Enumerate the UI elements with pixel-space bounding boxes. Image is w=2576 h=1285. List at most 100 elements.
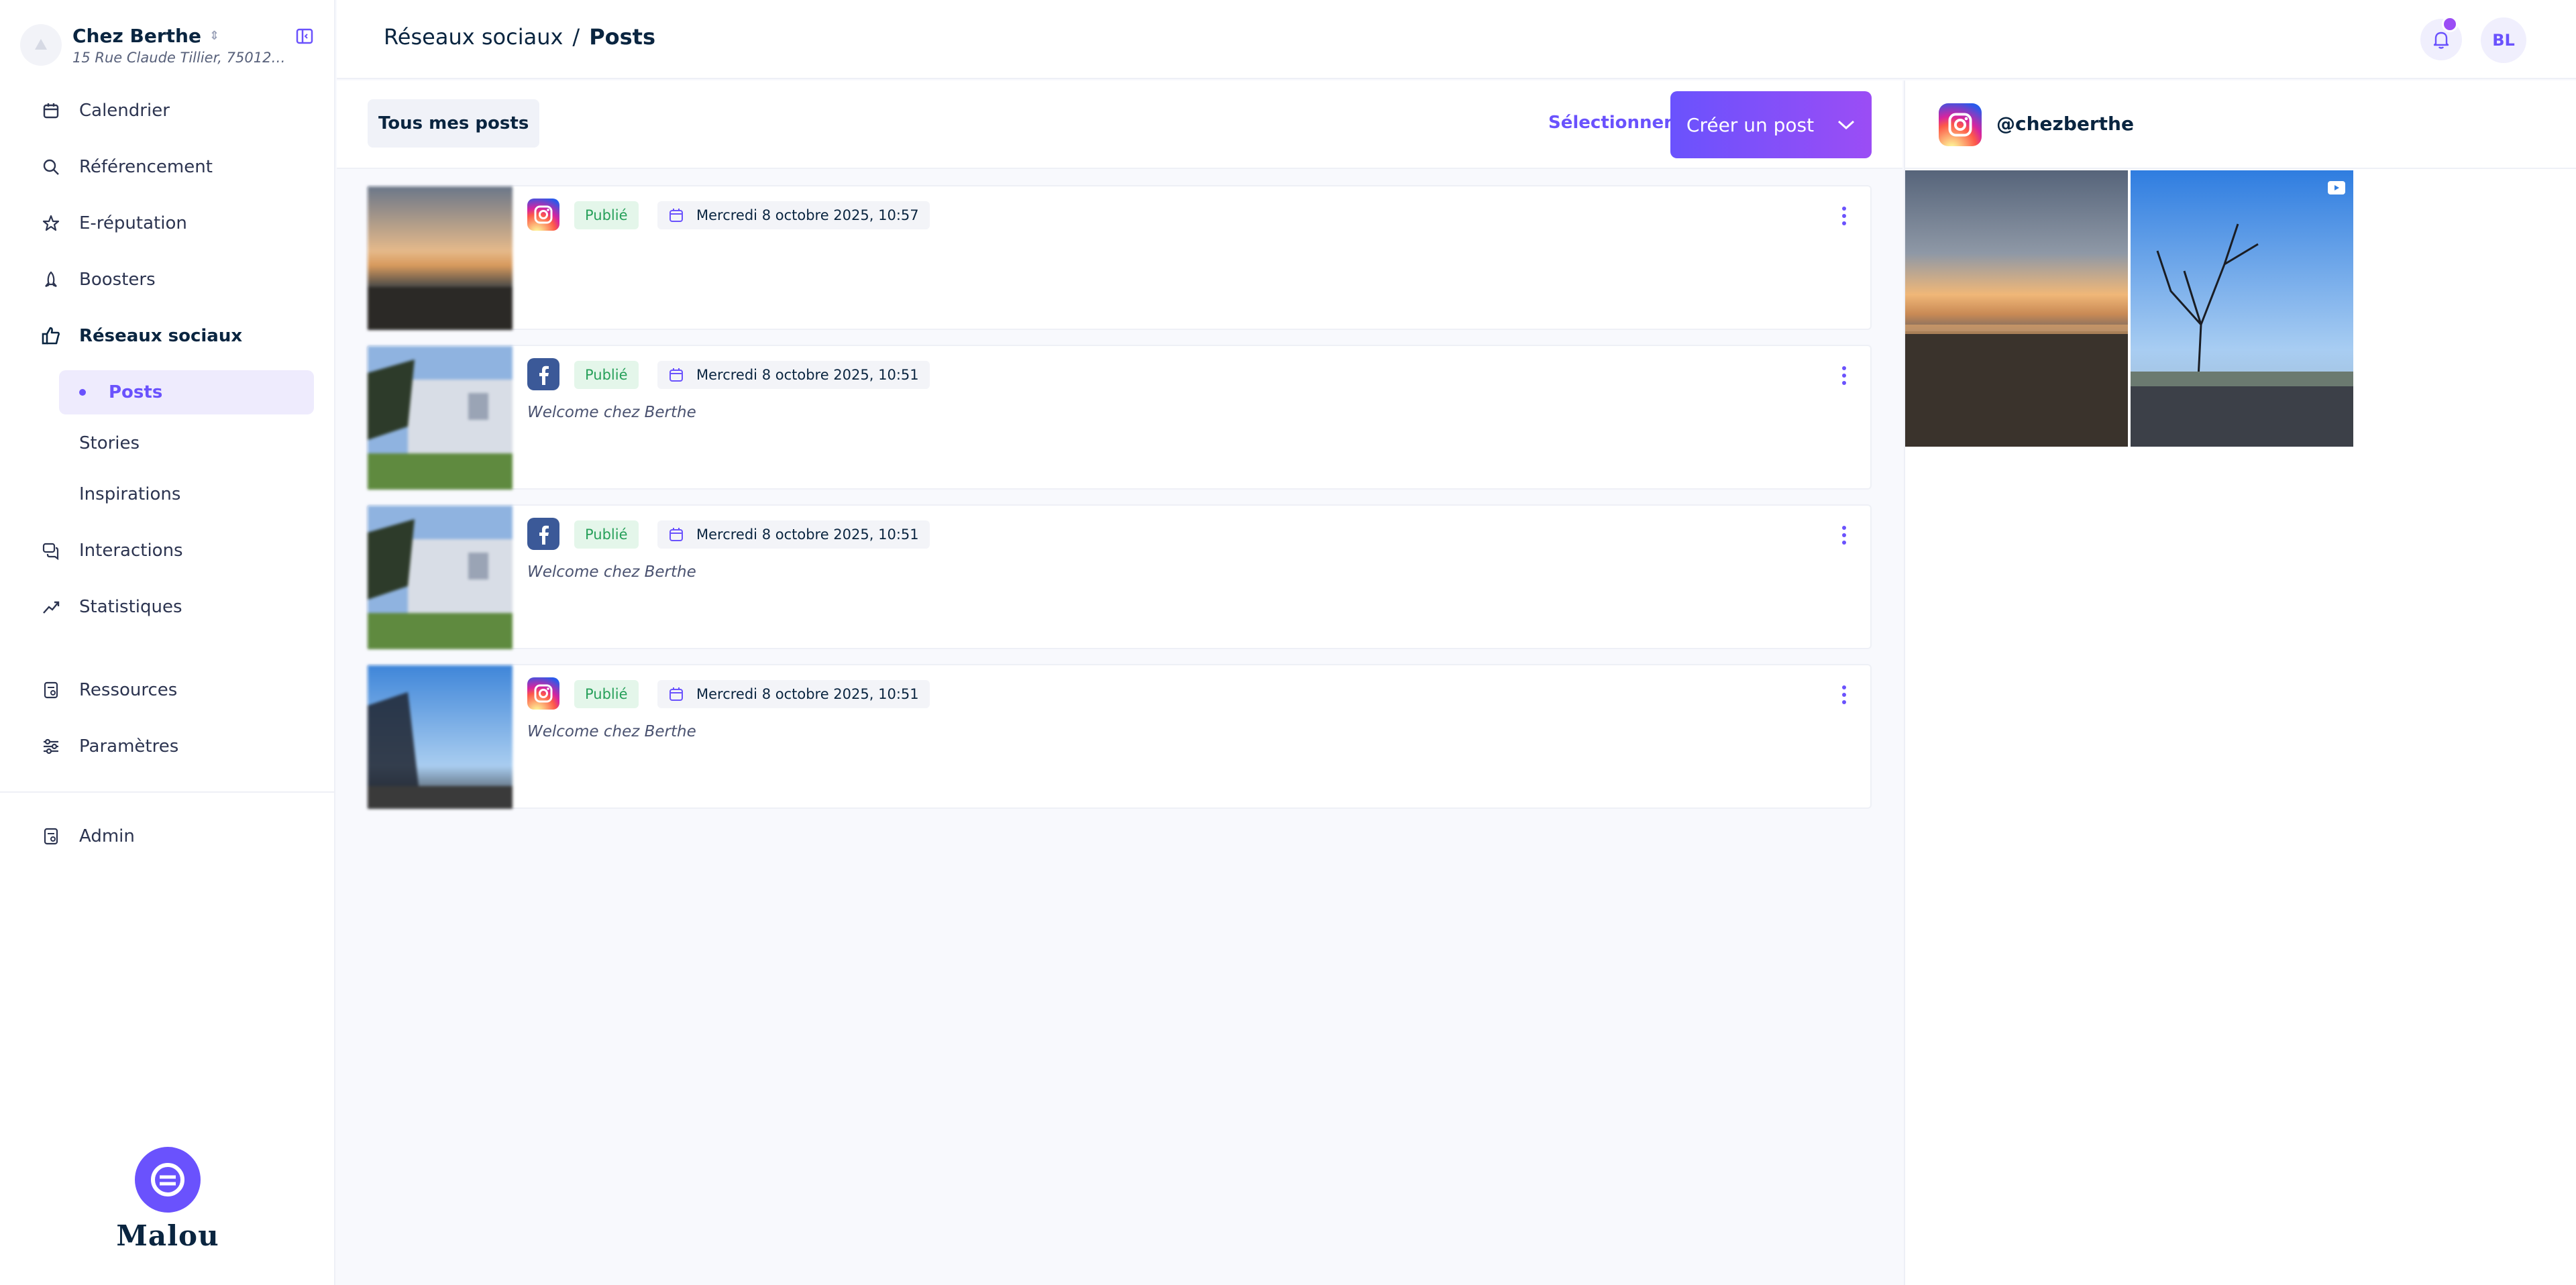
nav-social-label: Réseaux sociaux [79, 326, 243, 346]
business-avatar [20, 24, 62, 66]
nav-settings[interactable]: Paramètres [38, 726, 178, 767]
post-thumbnail [368, 506, 513, 649]
breadcrumb-separator: / [572, 24, 580, 50]
trend-up-icon [38, 594, 64, 620]
post-date-text: Mercredi 8 octobre 2025, 10:51 [696, 686, 919, 702]
nav-resources-label: Ressources [79, 680, 178, 700]
calendar-icon [669, 209, 683, 222]
posts-list: Publié Mercredi 8 octobre 2025, 10:57 Pu… [366, 185, 1872, 824]
calendar-icon [38, 97, 64, 124]
nav-statistics-label: Statistiques [79, 597, 182, 617]
chat-icon [38, 537, 64, 564]
subnav-stories[interactable]: Stories [59, 421, 314, 465]
create-post-label: Créer un post [1686, 113, 1815, 136]
all-posts-filter[interactable]: Tous mes posts [368, 99, 540, 148]
status-badge: Publié [574, 361, 639, 389]
notifications-button[interactable] [2420, 16, 2462, 60]
rocket-icon [38, 266, 64, 293]
nav-interactions[interactable]: Interactions [38, 530, 183, 571]
post-thumbnail [368, 346, 513, 490]
more-options-icon[interactable] [1834, 361, 1854, 390]
post-thumbnail [368, 665, 513, 809]
subnav-posts-label: Posts [109, 382, 163, 402]
calendar-icon [669, 528, 683, 541]
collapse-sidebar-icon[interactable] [294, 25, 315, 47]
post-card[interactable]: Publié Mercredi 8 octobre 2025, 10:51 We… [366, 345, 1872, 490]
post-date-text: Mercredi 8 octobre 2025, 10:57 [696, 207, 919, 223]
more-options-icon[interactable] [1834, 680, 1854, 710]
subnav-posts[interactable]: Posts [59, 370, 314, 414]
calendar-icon [669, 368, 683, 382]
sidebar: Chez Berthe ⇕ 15 Rue Claude Tillier, 7501… [0, 0, 335, 1285]
more-options-icon[interactable] [1834, 201, 1854, 231]
nav-seo[interactable]: Référencement [38, 147, 213, 187]
nav-admin[interactable]: Admin [38, 816, 135, 856]
calendar-icon [669, 687, 683, 701]
status-badge: Publié [574, 520, 639, 549]
nav-settings-label: Paramètres [79, 736, 179, 757]
nav-calendar-label: Calendrier [79, 101, 170, 121]
store-icon [35, 39, 47, 50]
post-date: Mercredi 8 octobre 2025, 10:57 [657, 201, 930, 229]
malou-logo-word: Malou [116, 1219, 219, 1252]
post-date: Mercredi 8 octobre 2025, 10:51 [657, 680, 930, 708]
subnav-inspirations[interactable]: Inspirations [59, 472, 314, 516]
business-name: Chez Berthe [72, 24, 201, 47]
video-icon [2328, 181, 2345, 194]
nav-seo-label: Référencement [79, 157, 213, 177]
star-icon [38, 210, 64, 237]
create-post-button[interactable]: Créer un post [1670, 91, 1872, 158]
preview-header: @chezberthe [1905, 80, 2576, 169]
facebook-icon [527, 358, 559, 390]
subnav-stories-label: Stories [79, 433, 140, 453]
post-caption: Welcome chez Berthe [527, 404, 696, 421]
nav-ereputation[interactable]: E-réputation [38, 203, 187, 243]
post-thumbnail [368, 186, 513, 330]
status-badge: Publié [574, 680, 639, 708]
instagram-icon [527, 677, 559, 710]
nav-divider [0, 791, 335, 793]
malou-logo-icon [135, 1147, 201, 1213]
status-badge: Publié [574, 201, 639, 229]
active-dot [79, 389, 86, 396]
post-caption: Welcome chez Berthe [527, 563, 696, 581]
business-address: 15 Rue Claude Tillier, 75012, Par... [72, 49, 287, 66]
post-card[interactable]: Publié Mercredi 8 octobre 2025, 10:51 We… [366, 664, 1872, 809]
facebook-icon [527, 518, 559, 550]
posts-toolbar: Tous mes posts Sélectionner Créer un pos… [337, 80, 1902, 169]
nav-social[interactable]: Réseaux sociaux [38, 316, 242, 356]
notification-badge [2442, 16, 2458, 32]
post-date-text: Mercredi 8 octobre 2025, 10:51 [696, 367, 919, 383]
malou-logo: Malou [114, 1147, 221, 1252]
post-date: Mercredi 8 octobre 2025, 10:51 [657, 520, 930, 549]
user-avatar[interactable]: BL [2481, 17, 2526, 63]
preview-image-sunset[interactable] [1905, 170, 2128, 447]
post-card[interactable]: Publié Mercredi 8 octobre 2025, 10:51 We… [366, 504, 1872, 649]
chevron-updown-icon: ⇕ [209, 28, 220, 43]
chevron-down-icon [1838, 120, 1855, 130]
nav-calendar[interactable]: Calendrier [38, 91, 170, 131]
post-date: Mercredi 8 octobre 2025, 10:51 [657, 361, 930, 389]
nav-resources[interactable]: Ressources [38, 670, 177, 710]
post-date-text: Mercredi 8 octobre 2025, 10:51 [696, 526, 919, 543]
nav-admin-label: Admin [79, 826, 135, 846]
nav-boosters[interactable]: Boosters [38, 260, 156, 300]
document-icon [38, 677, 64, 704]
search-icon [38, 154, 64, 180]
more-options-icon[interactable] [1834, 520, 1854, 550]
nav-interactions-label: Interactions [79, 541, 183, 561]
subnav-inspirations-label: Inspirations [79, 484, 181, 504]
business-selector[interactable]: Chez Berthe ⇕ 15 Rue Claude Tillier, 7501… [20, 21, 315, 68]
post-caption: Welcome chez Berthe [527, 723, 696, 740]
breadcrumb-parent[interactable]: Réseaux sociaux [384, 24, 563, 50]
top-header: Réseaux sociaux / Posts BL [337, 0, 2576, 79]
preview-image-tree[interactable] [2131, 170, 2353, 447]
nav-boosters-label: Boosters [79, 270, 156, 290]
admin-document-icon [38, 823, 64, 850]
nav-statistics[interactable]: Statistiques [38, 587, 182, 627]
post-card[interactable]: Publié Mercredi 8 octobre 2025, 10:57 [366, 185, 1872, 330]
instagram-icon [527, 199, 559, 231]
breadcrumb-current: Posts [589, 24, 656, 50]
select-button[interactable]: Sélectionner [1548, 113, 1672, 133]
instagram-icon [1939, 103, 1982, 146]
